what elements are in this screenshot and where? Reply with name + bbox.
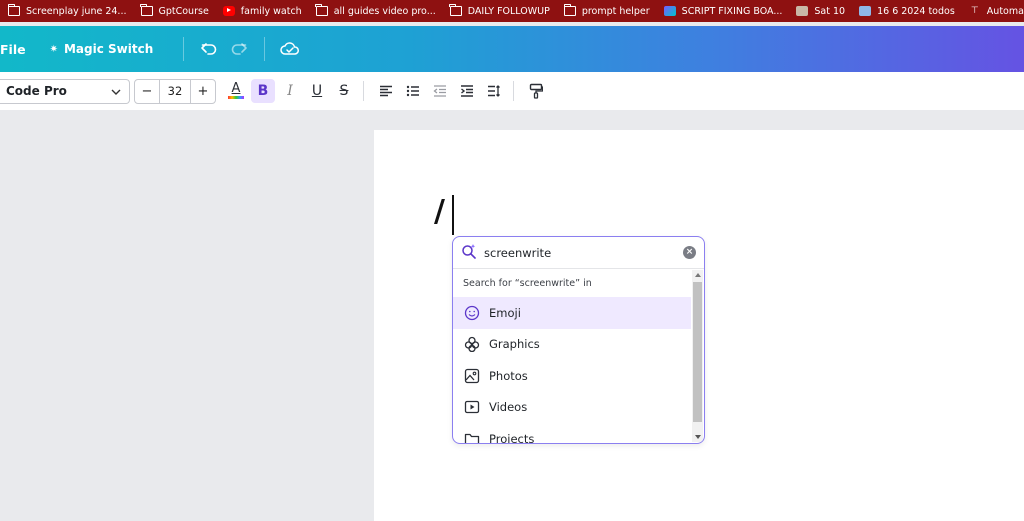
folder-icon bbox=[449, 4, 462, 16]
popup-item-label: Videos bbox=[489, 400, 528, 415]
folder-icon bbox=[315, 4, 328, 16]
popup-item-label: Projects bbox=[489, 431, 535, 444]
canva-icon bbox=[663, 6, 676, 16]
bookmark-item[interactable]: prompt helper bbox=[563, 4, 650, 17]
rainbow-color-bar-icon bbox=[228, 96, 244, 99]
scroll-up-icon[interactable] bbox=[695, 273, 701, 277]
popup-item-projects[interactable]: Projects bbox=[453, 423, 691, 444]
bookmark-item[interactable]: family watch bbox=[222, 5, 302, 17]
folder-icon bbox=[7, 4, 20, 16]
italic-button[interactable]: I bbox=[278, 79, 302, 103]
popup-item-emoji[interactable]: Emoji bbox=[453, 297, 691, 329]
bookmark-label: 16 6 2024 todos bbox=[877, 5, 955, 17]
bookmark-item[interactable]: SCRIPT FIXING BOA... bbox=[663, 5, 783, 17]
folder-icon bbox=[563, 4, 576, 16]
decrease-size-button[interactable]: − bbox=[135, 84, 159, 99]
popup-hint: Search for “screenwrite” in bbox=[463, 277, 592, 289]
font-size-input[interactable]: 32 bbox=[159, 79, 191, 103]
text-color-glyph: A bbox=[231, 81, 241, 96]
bookmark-label: SCRIPT FIXING BOA... bbox=[681, 5, 783, 17]
indent-icon[interactable] bbox=[455, 79, 479, 103]
popup-item-photos[interactable]: Photos bbox=[453, 360, 691, 392]
divider bbox=[183, 37, 185, 61]
slash-command-popup: screenwrite × Search for “screenwrite” i… bbox=[452, 236, 705, 444]
bookmark-label: all guides video pro... bbox=[333, 5, 436, 17]
youtube-icon bbox=[222, 6, 235, 16]
font-family-select[interactable]: Code Pro bbox=[0, 78, 130, 104]
magic-switch-label: Magic Switch bbox=[63, 42, 154, 56]
bookmark-item[interactable]: GptCourse bbox=[140, 4, 209, 17]
popup-item-label: Photos bbox=[489, 368, 528, 383]
popup-search-row: screenwrite × bbox=[453, 237, 704, 269]
text-cursor bbox=[452, 195, 454, 235]
magic-search-icon bbox=[461, 243, 477, 263]
popup-item-graphics[interactable]: Graphics bbox=[453, 329, 691, 361]
folder-icon bbox=[464, 431, 480, 443]
bookmark-label: family watch bbox=[240, 5, 302, 17]
editor-header: File ✷ Magic Switch bbox=[0, 26, 1024, 72]
magic-switch-button[interactable]: ✷ Magic Switch bbox=[50, 42, 154, 56]
font-size-stepper: − 32 + bbox=[134, 78, 216, 104]
cloud-saved-icon[interactable] bbox=[279, 38, 301, 60]
text-format-toolbar: Code Pro − 32 + A B I U S bbox=[0, 72, 1024, 110]
graphics-icon bbox=[464, 336, 480, 353]
bookmark-label: Screenplay june 24... bbox=[26, 5, 127, 17]
popup-item-label: Graphics bbox=[489, 337, 540, 352]
popup-scrollbar[interactable] bbox=[692, 270, 703, 442]
bookmark-item[interactable]: ⊤ Automated Functio... bbox=[969, 6, 1024, 17]
bookmark-label: GptCourse bbox=[158, 5, 209, 17]
bookmark-label: Sat 10 bbox=[814, 5, 846, 17]
make-icon: ⊤ bbox=[970, 6, 979, 16]
bookmark-label: Automated Functio... bbox=[986, 5, 1024, 17]
bookmarks-bar: Screenplay june 24... GptCourse family w… bbox=[0, 0, 1024, 22]
bold-button[interactable]: B bbox=[251, 79, 275, 103]
bookmark-label: prompt helper bbox=[581, 5, 650, 17]
align-left-icon[interactable] bbox=[374, 79, 398, 103]
divider bbox=[513, 81, 514, 101]
bookmark-item[interactable]: DAILY FOLLOWUP bbox=[449, 4, 550, 17]
increase-size-button[interactable]: + bbox=[191, 84, 215, 99]
bullet-list-icon[interactable] bbox=[401, 79, 425, 103]
font-family-value: Code Pro bbox=[6, 84, 67, 98]
bookmark-item[interactable]: Sat 10 bbox=[796, 6, 845, 17]
sparkle-icon: ✷ bbox=[49, 43, 58, 55]
line-spacing-icon[interactable] bbox=[482, 79, 506, 103]
bookmark-item[interactable]: all guides video pro... bbox=[315, 4, 436, 17]
undo-icon[interactable] bbox=[198, 38, 220, 60]
photo-icon bbox=[859, 6, 872, 16]
scrollbar-thumb[interactable] bbox=[693, 282, 702, 422]
popup-search-input[interactable]: screenwrite bbox=[484, 246, 683, 260]
popup-item-label: Emoji bbox=[489, 305, 521, 320]
photo-icon bbox=[796, 6, 809, 16]
paint-format-icon[interactable] bbox=[524, 79, 548, 103]
typed-text[interactable]: / bbox=[434, 194, 445, 229]
strikethrough-button[interactable]: S bbox=[332, 79, 356, 103]
clear-search-icon[interactable]: × bbox=[683, 246, 696, 259]
scroll-down-icon[interactable] bbox=[695, 435, 701, 439]
file-menu-button[interactable]: File bbox=[0, 42, 26, 57]
video-icon bbox=[464, 399, 480, 415]
folder-icon bbox=[140, 4, 153, 16]
emoji-icon bbox=[464, 305, 480, 321]
outdent-icon[interactable] bbox=[428, 79, 452, 103]
text-color-button[interactable]: A bbox=[224, 79, 248, 103]
popup-item-videos[interactable]: Videos bbox=[453, 392, 691, 424]
bookmark-label: DAILY FOLLOWUP bbox=[467, 5, 550, 17]
bookmark-item[interactable]: 16 6 2024 todos bbox=[859, 6, 955, 17]
chevron-down-icon bbox=[111, 84, 121, 98]
redo-icon[interactable] bbox=[228, 38, 250, 60]
divider bbox=[264, 37, 266, 61]
divider bbox=[363, 81, 364, 101]
bookmark-item[interactable]: Screenplay june 24... bbox=[7, 4, 127, 17]
underline-button[interactable]: U bbox=[305, 79, 329, 103]
photo-icon bbox=[464, 368, 480, 384]
